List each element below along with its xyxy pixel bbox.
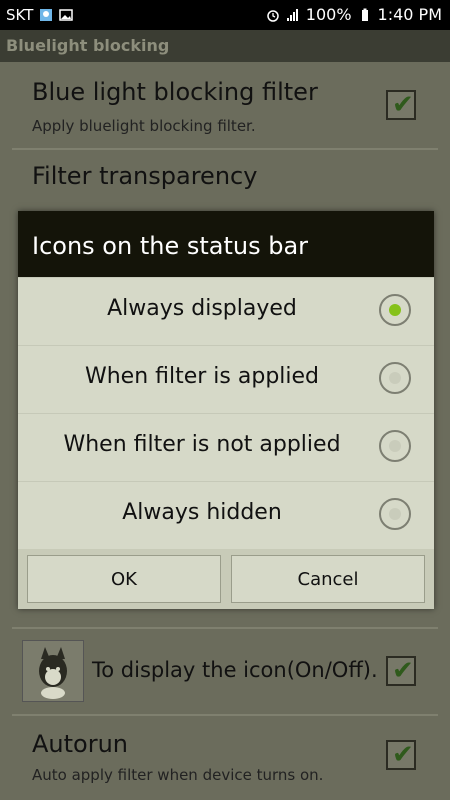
carrier-label: SKT bbox=[6, 6, 34, 24]
gallery-icon bbox=[59, 9, 74, 21]
notification-app-icon bbox=[40, 9, 53, 21]
option-when-applied[interactable]: When filter is applied bbox=[18, 345, 434, 414]
transparency-title: Filter transparency bbox=[32, 162, 258, 190]
icons-status-bar-dialog: Icons on the status bar Always displayed… bbox=[18, 211, 434, 609]
dialog-buttons: OK Cancel bbox=[18, 549, 434, 609]
option-always-hidden[interactable]: Always hidden bbox=[18, 481, 434, 550]
radio-button[interactable] bbox=[379, 362, 411, 394]
divider bbox=[12, 714, 438, 716]
ok-button[interactable]: OK bbox=[27, 555, 221, 603]
signal-icon bbox=[286, 8, 298, 21]
battery-icon bbox=[361, 8, 368, 21]
blue-filter-row[interactable]: Blue light blocking filter Apply bluelig… bbox=[0, 62, 450, 148]
cancel-button[interactable]: Cancel bbox=[231, 555, 425, 603]
dialog-title: Icons on the status bar bbox=[18, 211, 434, 277]
autorun-title: Autorun bbox=[32, 730, 129, 758]
option-label: When filter is not applied bbox=[63, 432, 341, 457]
autorun-checkbox[interactable]: ✔ bbox=[386, 740, 416, 770]
transparency-row[interactable]: Filter transparency bbox=[0, 150, 450, 210]
display-icon-checkbox[interactable]: ✔ bbox=[386, 656, 416, 686]
checkmark-icon: ✔ bbox=[392, 90, 414, 120]
dog-avatar-image bbox=[22, 640, 84, 702]
blue-filter-title: Blue light blocking filter bbox=[32, 78, 318, 106]
battery-percent: 100% bbox=[305, 5, 352, 24]
checkmark-icon: ✔ bbox=[392, 656, 414, 686]
radio-button[interactable] bbox=[379, 498, 411, 530]
autorun-subtitle: Auto apply filter when device turns on. bbox=[32, 766, 324, 784]
option-label: Always displayed bbox=[107, 296, 297, 321]
option-when-not-applied[interactable]: When filter is not applied bbox=[18, 413, 434, 482]
option-label: Always hidden bbox=[122, 500, 282, 525]
dog-icon bbox=[23, 641, 83, 701]
alarm-icon bbox=[267, 9, 279, 22]
status-bar: SKT 100% 1:40 PM bbox=[0, 0, 450, 30]
checkmark-icon: ✔ bbox=[392, 740, 414, 770]
blue-filter-checkbox[interactable]: ✔ bbox=[386, 90, 416, 120]
option-always-displayed[interactable]: Always displayed bbox=[18, 277, 434, 346]
app-title-bar: Bluelight blocking bbox=[0, 30, 450, 62]
radio-button[interactable] bbox=[379, 430, 411, 462]
autorun-row[interactable]: Autorun Auto apply filter when device tu… bbox=[0, 718, 450, 800]
display-icon-row[interactable]: To display the icon(On/Off). ✔ bbox=[0, 632, 450, 712]
app-title: Bluelight blocking bbox=[6, 36, 170, 55]
divider bbox=[12, 627, 438, 629]
option-label: When filter is applied bbox=[84, 364, 320, 389]
radio-button-selected[interactable] bbox=[379, 294, 411, 326]
blue-filter-subtitle: Apply bluelight blocking filter. bbox=[32, 117, 256, 135]
display-icon-label: To display the icon(On/Off). bbox=[92, 658, 378, 682]
clock: 1:40 PM bbox=[377, 5, 442, 24]
